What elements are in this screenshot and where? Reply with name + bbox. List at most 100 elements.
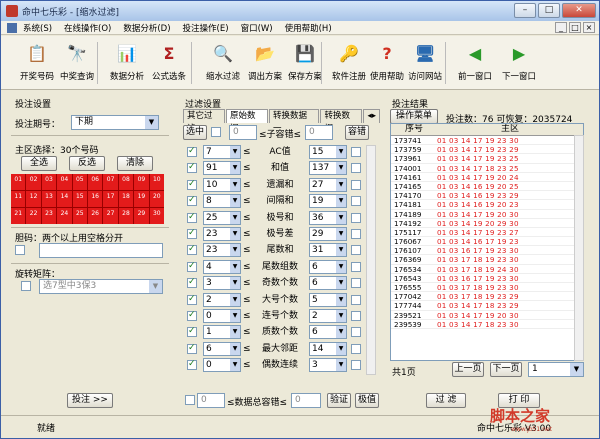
fault-checkbox[interactable] bbox=[211, 127, 221, 137]
menu-bet[interactable]: 投注操作(E) bbox=[177, 22, 235, 34]
website-tool[interactable]: 🖥 访问网站 bbox=[403, 40, 447, 88]
number-cell[interactable]: 02 bbox=[26, 174, 41, 190]
next-page-button[interactable]: 下一页 bbox=[490, 362, 522, 377]
fault-max-select[interactable]: 0 bbox=[305, 125, 333, 140]
filter-row-checkbox[interactable] bbox=[187, 228, 197, 239]
filter-row-checkbox-2[interactable] bbox=[351, 245, 361, 256]
filter-row-checkbox[interactable] bbox=[187, 244, 197, 256]
filter-row-checkbox-2[interactable] bbox=[351, 343, 361, 354]
tab-transform-2[interactable]: 转换数据 bbox=[320, 109, 363, 134]
table-row[interactable]: 176543 01 03 16 17 19 23 30 bbox=[391, 274, 583, 283]
filter-row-checkbox[interactable] bbox=[187, 146, 197, 157]
table-row[interactable]: 174165 01 03 14 16 19 20 25 bbox=[391, 182, 583, 192]
filter-row-checkbox-2[interactable] bbox=[351, 196, 361, 207]
table-row[interactable]: 174192 01 03 14 19 20 29 30 bbox=[391, 219, 583, 228]
number-cell[interactable]: 12 bbox=[26, 191, 41, 207]
load-plan-tool[interactable]: 📂 调出方案 bbox=[243, 40, 287, 88]
number-cell[interactable]: 09 bbox=[134, 174, 149, 190]
number-cell[interactable]: 27 bbox=[103, 208, 118, 224]
mdi-restore-button[interactable]: □ bbox=[569, 22, 581, 33]
menu-window[interactable]: 窗口(W) bbox=[235, 22, 279, 34]
filter-max-select[interactable]: 6 ▼ bbox=[309, 276, 347, 291]
number-cell[interactable]: 11 bbox=[11, 191, 26, 207]
filter-row-checkbox-2[interactable] bbox=[351, 294, 361, 305]
menu-analysis[interactable]: 数据分析(D) bbox=[117, 22, 176, 34]
filter-max-select[interactable]: 19 ▼ bbox=[309, 194, 347, 209]
filter-row-checkbox-2[interactable] bbox=[351, 163, 361, 174]
bet-button[interactable]: 投注 >> bbox=[67, 393, 113, 408]
table-row[interactable]: 174170 01 03 14 16 19 23 29 bbox=[391, 191, 583, 201]
filter-row-checkbox[interactable] bbox=[187, 261, 197, 272]
extreme-button[interactable]: 极值 bbox=[355, 393, 379, 408]
table-row[interactable]: 177744 01 03 14 17 18 23 29 bbox=[391, 301, 583, 311]
number-cell[interactable]: 15 bbox=[72, 191, 87, 207]
filter-max-select[interactable]: 31 ▼ bbox=[309, 243, 347, 258]
tab-raw-data[interactable]: 原始数据 bbox=[225, 109, 268, 134]
period-select[interactable]: 下期 ▼ bbox=[71, 115, 159, 130]
filter-scrollbar[interactable] bbox=[366, 145, 376, 375]
filter-row-checkbox-2[interactable] bbox=[351, 147, 361, 157]
filter-row-checkbox[interactable] bbox=[187, 195, 197, 207]
table-row[interactable]: 176534 01 03 17 18 19 24 30 bbox=[391, 265, 583, 274]
mdi-close-button[interactable]: × bbox=[583, 22, 595, 33]
number-cell[interactable]: 07 bbox=[103, 174, 118, 190]
filter-row-checkbox-2[interactable] bbox=[351, 261, 361, 272]
prev-page-button[interactable]: 上一页 bbox=[452, 362, 484, 377]
tab-other-filter[interactable]: 其它过滤 bbox=[183, 109, 225, 134]
number-cell[interactable]: 22 bbox=[26, 208, 41, 224]
number-cell[interactable]: 24 bbox=[57, 208, 72, 224]
result-scrollbar[interactable] bbox=[574, 135, 584, 361]
filter-row-checkbox-2[interactable] bbox=[351, 327, 361, 338]
filter-min-select[interactable]: 4 ▼ bbox=[203, 259, 241, 274]
filter-max-select[interactable]: 29 ▼ bbox=[309, 227, 347, 241]
number-cell[interactable]: 04 bbox=[57, 174, 72, 190]
table-row[interactable]: 176107 01 03 16 17 19 23 30 bbox=[391, 246, 583, 256]
filter-row-checkbox[interactable] bbox=[187, 359, 197, 371]
table-row[interactable]: 173961 01 03 14 17 19 23 25 bbox=[391, 154, 583, 164]
filter-row-checkbox[interactable] bbox=[187, 162, 197, 174]
prize-query-tool[interactable]: 🔭 中奖查询 bbox=[55, 40, 99, 88]
total-fault-max[interactable]: 0 bbox=[291, 393, 321, 408]
verify-button[interactable]: 验证 bbox=[327, 393, 351, 408]
table-row[interactable]: 177042 01 03 17 18 19 23 29 bbox=[391, 292, 583, 302]
table-row[interactable]: 176555 01 03 17 18 19 23 30 bbox=[391, 283, 583, 293]
filter-max-select[interactable]: 36 ▼ bbox=[309, 210, 347, 225]
clear-button[interactable]: 清除 bbox=[117, 156, 153, 171]
dan-input[interactable] bbox=[39, 243, 163, 258]
table-row[interactable]: 175117 01 03 14 17 19 23 27 bbox=[391, 228, 583, 238]
number-cell[interactable]: 08 bbox=[118, 174, 134, 190]
number-cell[interactable]: 06 bbox=[87, 174, 103, 190]
filter-row-checkbox-2[interactable] bbox=[351, 179, 361, 190]
mdi-minimize-button[interactable]: _ bbox=[555, 22, 567, 33]
total-fault-min[interactable]: 0 bbox=[197, 393, 225, 408]
menu-online[interactable]: 在线操作(O) bbox=[58, 22, 117, 34]
number-cell[interactable]: 30 bbox=[149, 208, 164, 224]
filter-max-select[interactable]: 2 ▼ bbox=[309, 309, 347, 323]
filter-max-select[interactable]: 15 ▼ bbox=[309, 145, 347, 159]
filter-row-checkbox[interactable] bbox=[187, 310, 197, 321]
table-row[interactable]: 174001 01 03 14 17 18 23 25 bbox=[391, 164, 583, 173]
total-fault-checkbox[interactable] bbox=[185, 395, 195, 405]
filter-min-select[interactable]: 91 ▼ bbox=[203, 161, 241, 176]
filter-row-checkbox-2[interactable] bbox=[351, 311, 361, 321]
table-row[interactable]: 176067 01 03 14 16 17 19 23 bbox=[391, 237, 583, 247]
filter-row-checkbox[interactable] bbox=[187, 179, 197, 190]
filter-min-select[interactable]: 7 ▼ bbox=[203, 145, 241, 159]
select-all-button[interactable]: 全选 bbox=[21, 156, 57, 171]
filter-min-select[interactable]: 0 ▼ bbox=[203, 358, 241, 373]
number-cell[interactable]: 26 bbox=[87, 208, 103, 224]
data-analysis-tool[interactable]: 📊 数据分析 bbox=[105, 40, 149, 88]
filter-max-select[interactable]: 6 ▼ bbox=[309, 259, 347, 274]
number-cell[interactable]: 29 bbox=[134, 208, 149, 224]
filter-max-select[interactable]: 137 ▼ bbox=[309, 161, 347, 176]
filter-min-select[interactable]: 0 ▼ bbox=[203, 309, 241, 323]
matrix-checkbox[interactable] bbox=[21, 281, 31, 291]
tab-transform-1[interactable]: 转换数据一 bbox=[268, 109, 320, 134]
filter-min-select[interactable]: 2 ▼ bbox=[203, 292, 241, 307]
invert-button[interactable]: 反选 bbox=[69, 156, 105, 171]
operation-menu-button[interactable]: 操作菜单 bbox=[390, 109, 438, 124]
filter-row-checkbox[interactable] bbox=[187, 326, 197, 338]
formula-tool[interactable]: Σ 公式选条 bbox=[147, 40, 191, 88]
number-cell[interactable]: 01 bbox=[11, 174, 26, 190]
number-cell[interactable]: 05 bbox=[72, 174, 87, 190]
